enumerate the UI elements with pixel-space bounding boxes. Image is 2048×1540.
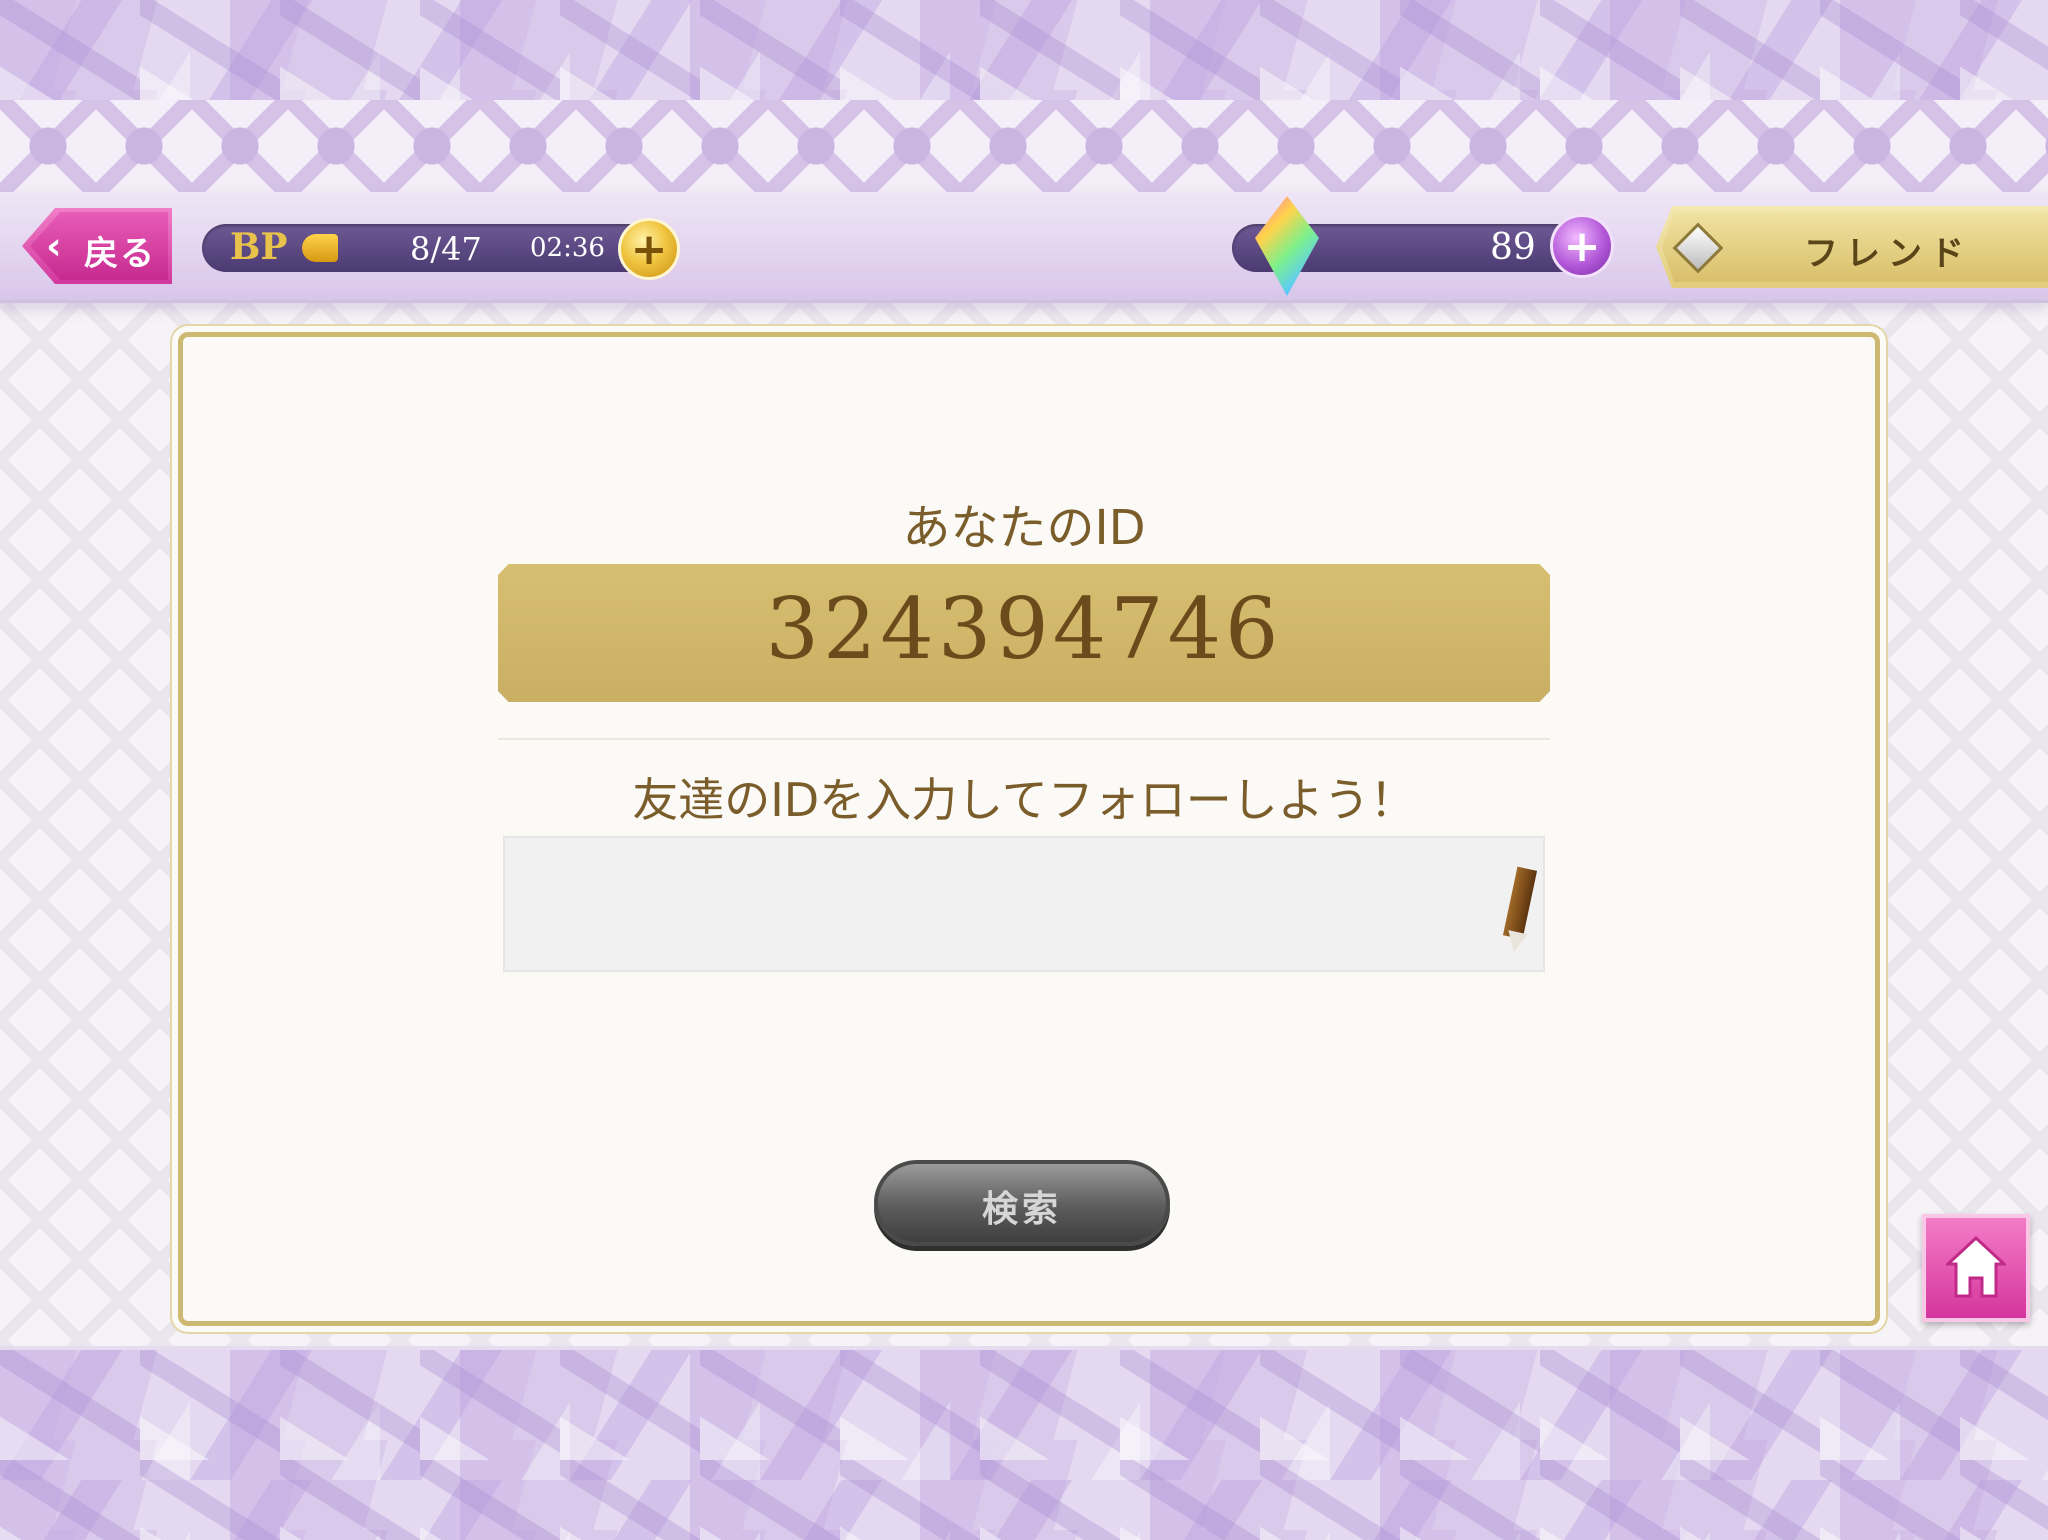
bp-value: 8/47 [410,230,482,268]
follow-prompt: 友達のIDを入力してフォローしよう！ [632,773,1416,827]
back-label: 戻る [84,234,156,274]
divider [498,738,1550,740]
bp-plus-button[interactable]: + [618,218,680,280]
gem-plus-button[interactable]: + [1550,214,1614,278]
bp-timer: 02:36 [530,233,605,263]
plus-icon: + [630,223,668,275]
bp-fill [302,234,338,262]
top-decoration [0,0,2048,100]
bottom-decoration [0,1346,2048,1540]
current-tab-label: フレンド [1804,234,1972,274]
id-title: あなたのID [902,500,1146,556]
gem-value: 89 [1490,227,1536,268]
search-button-label: 検索 [981,1188,1062,1230]
home-icon [1946,1235,2006,1298]
user-id-value: 324394746 [765,580,1283,678]
bp-label: BP [230,226,288,268]
chevron-left-icon: ‹ [46,224,62,268]
ornament-band [0,100,2048,194]
plus-icon: + [1563,220,1601,272]
pencil-tip [1504,930,1528,954]
friend-id-input[interactable] [503,836,1545,972]
